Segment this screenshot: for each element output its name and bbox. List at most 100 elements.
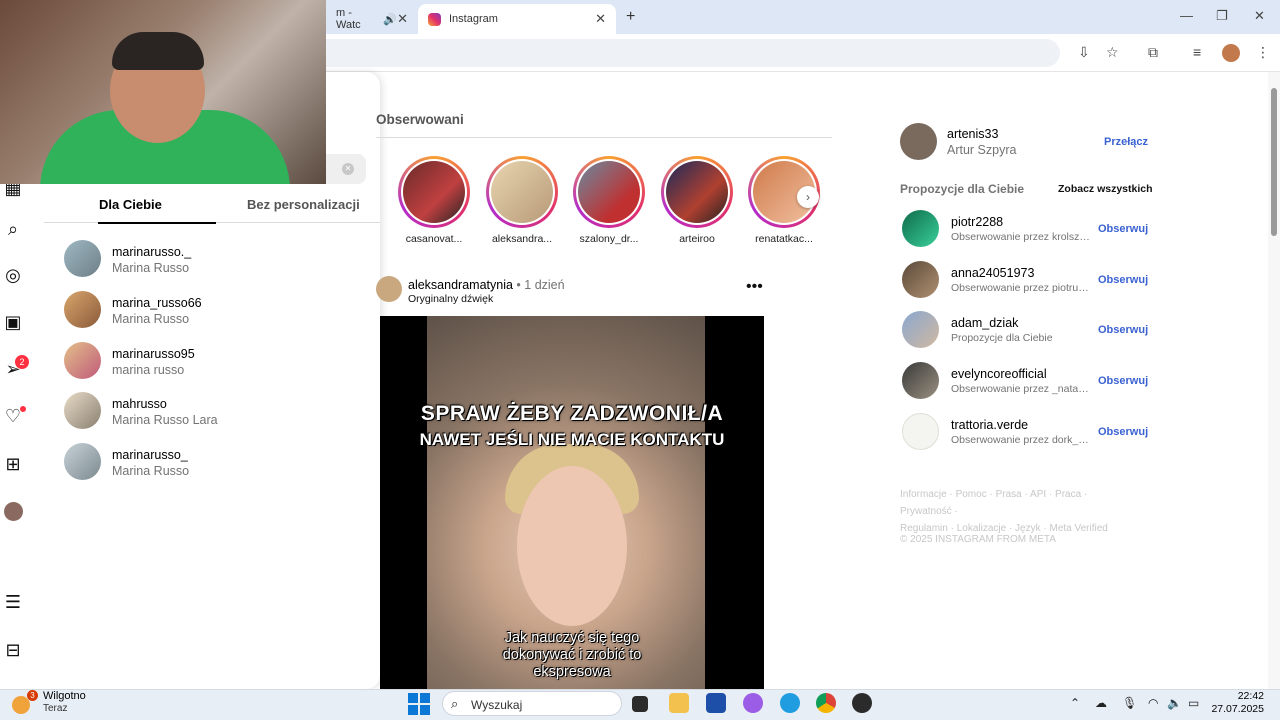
suggestion-username[interactable]: piotr2288 [951,215,1003,229]
close-window-icon[interactable]: ✕ [1254,8,1265,24]
obs-icon[interactable] [852,693,872,713]
tray-cloud-icon[interactable]: ☁ [1095,696,1107,710]
see-all-button[interactable]: Zobacz wszystkich [1058,183,1153,195]
story-label: renatatkac... [755,233,813,245]
result-username: marinarusso_ [112,448,188,462]
tray-chevron-icon[interactable]: ⌃ [1070,696,1080,710]
post-separator: • [516,278,521,292]
suggestion-username[interactable]: evelyncoreofficial [951,367,1047,381]
extensions-icon[interactable]: ⧉ [1148,44,1158,61]
overlay-text-line2: NAWET JEŚLI NIE MACIE KONTAKTU [419,430,725,449]
windows-start-icon[interactable] [408,693,430,715]
active-tab-underline [98,222,216,224]
post-username[interactable]: aleksandramatynia [408,278,513,292]
file-explorer-icon[interactable] [669,693,689,713]
restore-icon[interactable]: ❐ [1216,8,1228,24]
result-name: Marina Russo [112,261,190,275]
wifi-icon[interactable]: ◠ [1148,696,1158,710]
follow-button[interactable]: Obserwuj [1098,274,1148,286]
switch-account-button[interactable]: Przełącz [1104,136,1148,148]
microphone-icon[interactable]: 🎙 [1122,696,1137,710]
more-menu-icon[interactable]: ☰ [3,592,23,612]
webcam-person-hair [112,32,204,70]
post-video[interactable]: SPRAW ŻEBY ZADZWONIŁ/A NAWET JEŚLI NIE M… [380,316,764,690]
reels-icon[interactable]: ▣ [3,312,23,332]
task-view-icon[interactable] [632,696,648,712]
close-tab-icon[interactable]: ✕ [397,11,408,27]
story-item[interactable]: aleksandra... [476,156,566,248]
follow-button[interactable]: Obserwuj [1098,223,1148,235]
search-icon[interactable]: ⌕ [3,219,23,239]
tab-dla-ciebie[interactable]: Dla Ciebie [99,197,162,212]
story-label: casanovat... [405,233,463,245]
stories-next-icon[interactable]: › [797,186,819,208]
browser-menu-icon[interactable]: ⋮ [1256,44,1270,61]
search-result[interactable]: mahrusso Marina Russo Lara [64,392,364,432]
explore-icon[interactable]: ◎ [3,265,23,285]
caption-line3: ekspresowa [533,664,611,680]
follow-button[interactable]: Obserwuj [1098,375,1148,387]
new-tab-button[interactable]: + [626,8,635,26]
avatar[interactable] [902,261,939,298]
result-name: Marina Russo [112,464,190,478]
result-name: Marina Russo Lara [112,413,218,427]
minimize-icon[interactable]: — [1180,8,1193,23]
profile-avatar[interactable] [1222,44,1240,62]
close-tab-icon[interactable]: ✕ [595,11,606,27]
avatar[interactable] [902,413,939,450]
speaker-icon[interactable]: 🔊 [383,13,397,26]
instagram-favicon-icon [428,12,441,26]
search-result[interactable]: marinarusso_ Marina Russo [64,443,364,483]
battery-icon[interactable]: ▭ [1188,696,1199,710]
suggestion-username[interactable]: trattoria.verde [951,418,1028,432]
edge-icon[interactable] [780,693,800,713]
tab-instagram[interactable]: Instagram ✕ [418,4,616,34]
story-item[interactable]: casanovat... [388,156,478,248]
suggestion-username[interactable]: anna24051973 [951,266,1034,280]
avatar[interactable] [902,362,939,399]
install-app-icon[interactable]: ⇩ [1078,44,1090,61]
avatar[interactable] [902,210,939,247]
tab-previous[interactable]: m - Watc 🔊 ✕ [326,4,418,34]
clear-search-icon[interactable]: ✕ [342,163,354,175]
search-result[interactable]: marinarusso95 marina russo [64,342,364,382]
search-result[interactable]: marina_russo66 Marina Russo [64,291,364,331]
create-icon[interactable]: ⊞ [3,454,23,474]
story-label: szalony_dr... [579,233,639,245]
more-options-icon[interactable]: ••• [746,278,763,296]
footer-links-line1[interactable]: Informacje · Pomoc · Prasa · API · Praca… [900,486,1140,520]
suggestions-title: Propozycje dla Ciebie [900,182,1025,196]
current-user-avatar[interactable] [900,123,937,160]
post-audio[interactable]: Oryginalny dźwięk [408,293,493,305]
post-avatar[interactable] [376,276,402,302]
bookmark-star-icon[interactable]: ☆ [1106,44,1119,61]
story-label: arteiroo [679,233,715,245]
avatar [64,443,101,480]
story-item[interactable]: szalony_dr... [563,156,653,248]
weather-badge: 3 [27,690,38,701]
instagram-left-nav: ▦ ⌕ ◎ ▣ ➢ 2 ♡ ⊞ ☰ ⊟ [0,178,44,689]
tab-bez-personalizacji[interactable]: Bez personalizacji [247,197,360,212]
profile-nav-avatar[interactable] [4,502,23,521]
search-icon: ⌕ [451,696,459,711]
scrollbar-thumb[interactable] [1271,88,1277,236]
taskbar-clock[interactable]: 22:42 27.07.2025 [1210,690,1264,716]
current-username[interactable]: artenis33 [947,127,998,141]
media-controls-icon[interactable]: ≡ [1193,44,1201,60]
search-result[interactable]: marinarusso._ Marina Russo [64,240,364,280]
post-time: 1 dzień [524,278,565,292]
follow-button[interactable]: Obserwuj [1098,426,1148,438]
avatar[interactable] [902,311,939,348]
app-icon[interactable] [743,693,763,713]
weather-title[interactable]: Wilgotno [43,690,86,702]
chrome-icon[interactable] [816,693,836,713]
volume-icon[interactable]: 🔈 [1167,696,1182,710]
suggestion-username[interactable]: adam_dziak [951,316,1018,330]
suggestion-item: trattoria.verde Obserwowanie przez dork_… [902,413,1148,453]
address-bar[interactable] [300,39,1060,67]
taskbar-search-input[interactable]: ⌕ Wyszukaj [442,691,622,716]
store-icon[interactable] [706,693,726,713]
follow-button[interactable]: Obserwuj [1098,324,1148,336]
story-item[interactable]: arteiroo [651,156,741,248]
also-from-meta-icon[interactable]: ⊟ [3,640,23,660]
